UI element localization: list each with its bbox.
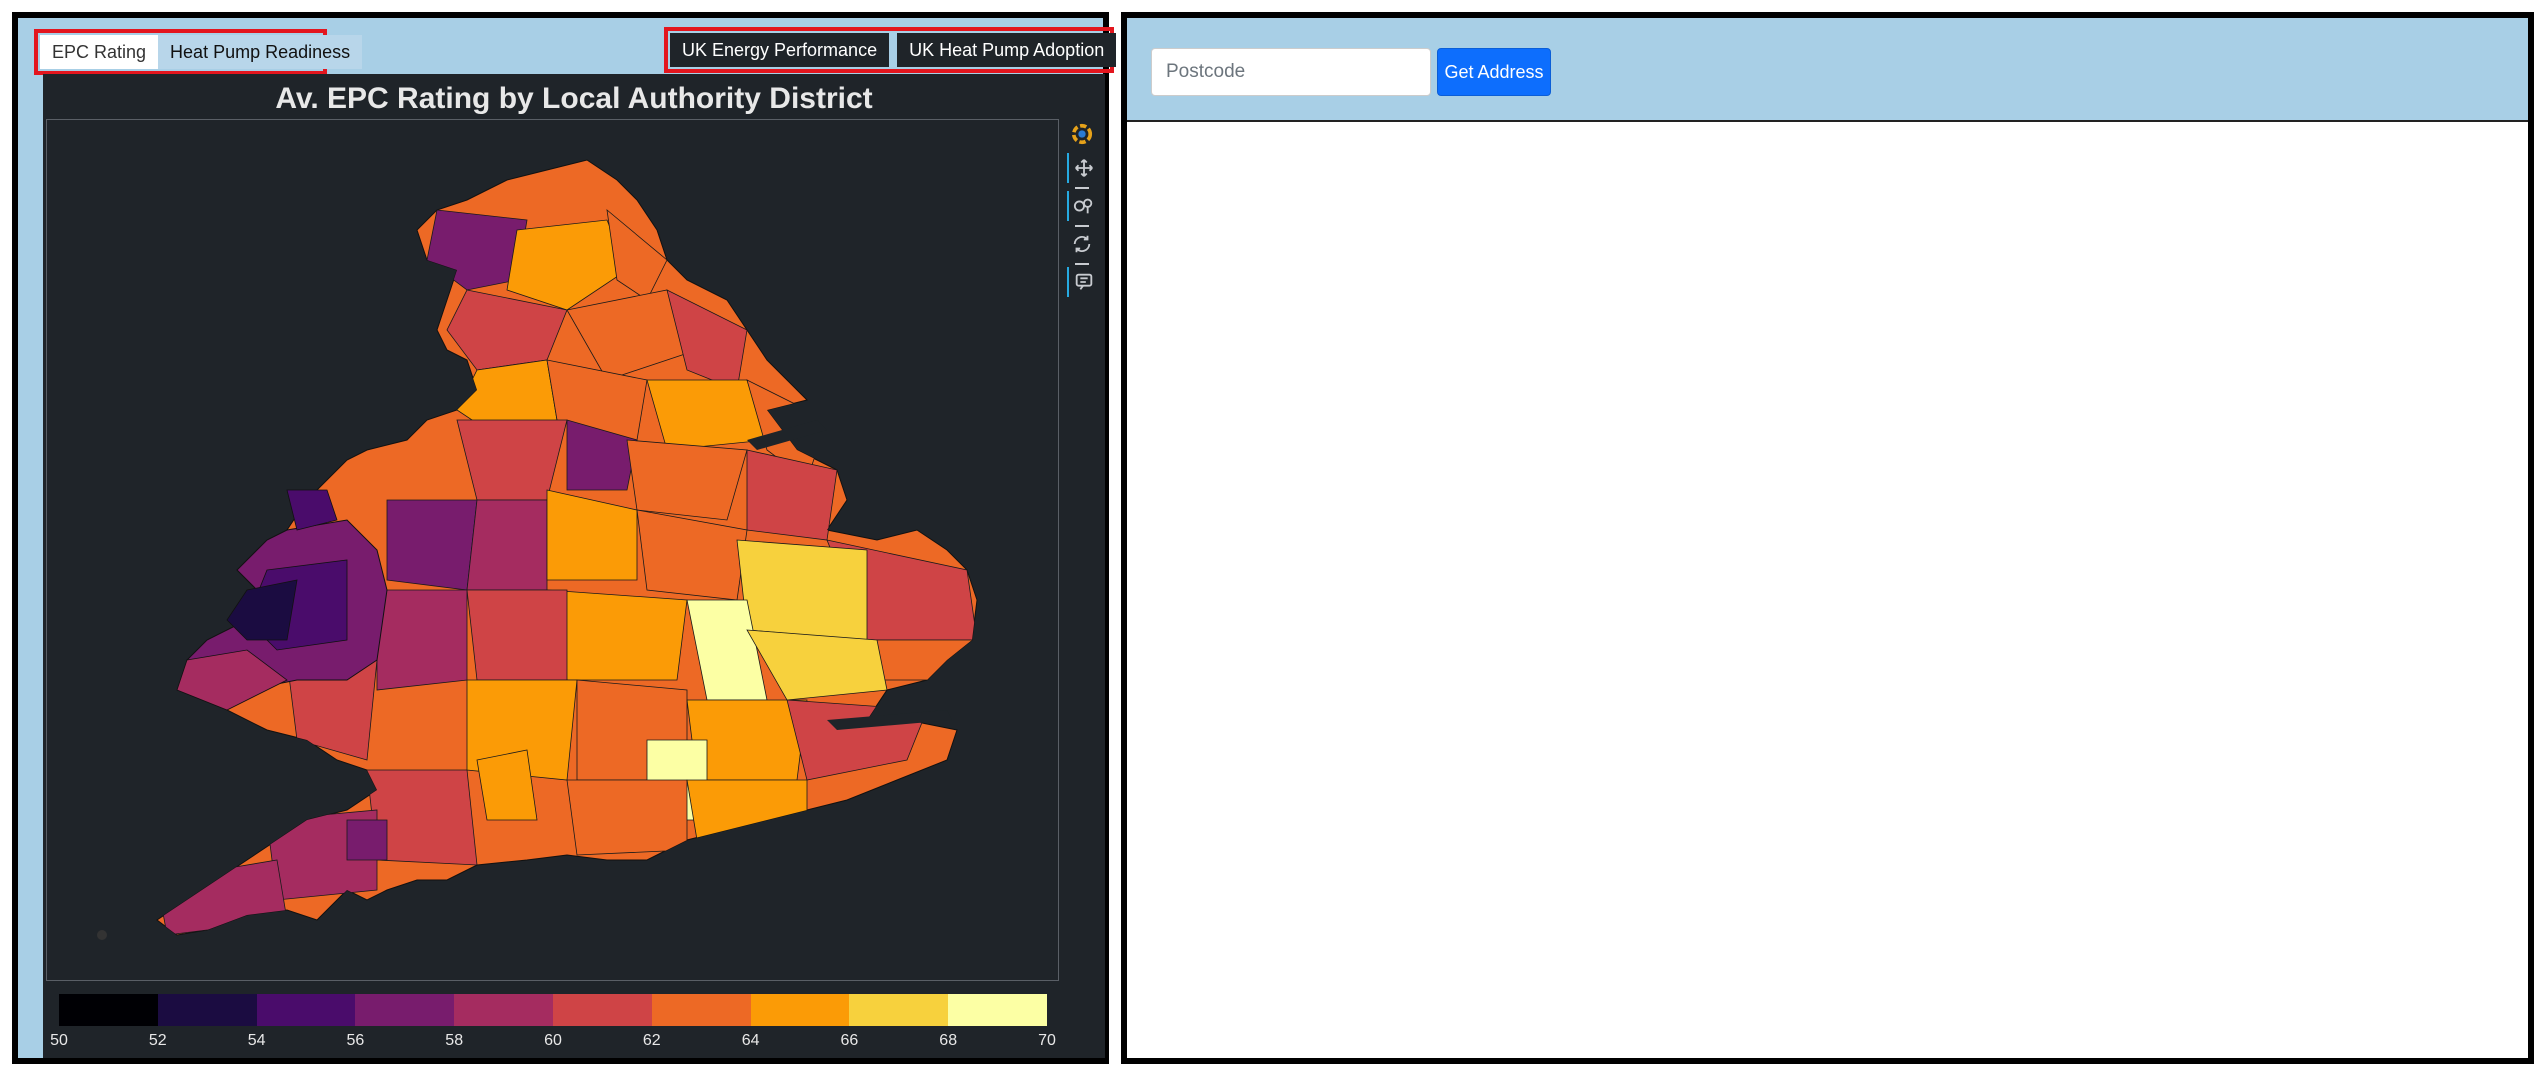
color-bar-ticks: 50 52 54 56 58 60 62 64 66 68 70: [50, 1032, 1056, 1052]
address-panel: Get Address: [1121, 12, 2534, 1064]
choropleth-plot: Av. EPC Rating by Local Authority Distri…: [43, 74, 1105, 1058]
color-bar-segment: [750, 994, 850, 1026]
map-panel: EPC Rating Heat Pump Readiness UK Energy…: [12, 12, 1117, 1064]
color-bar-tick-label: 58: [445, 1032, 464, 1049]
color-bar-tick-label: 66: [840, 1032, 859, 1049]
plot-toolbar: [1063, 119, 1103, 319]
color-bar-tick-label: 52: [148, 1032, 167, 1049]
toolbar-divider: [1075, 225, 1089, 227]
postcode-input[interactable]: [1151, 48, 1431, 96]
england-wales-map: [97, 159, 978, 940]
wheel-zoom-icon[interactable]: [1067, 191, 1099, 221]
color-bar-segment: [948, 994, 1047, 1026]
color-bar-segment: [454, 994, 553, 1026]
tab-epc-rating[interactable]: EPC Rating: [40, 35, 159, 69]
color-bar-tick-label: 56: [346, 1032, 365, 1049]
pan-icon[interactable]: [1067, 153, 1099, 183]
map-tab-group: EPC Rating Heat Pump Readiness: [34, 29, 363, 75]
uk-tab-group: UK Energy Performance UK Heat Pump Adopt…: [664, 27, 1117, 73]
map-canvas[interactable]: [46, 119, 1059, 981]
color-bar-tick-label: 68: [939, 1032, 958, 1049]
tab-uk-heat-pump-adoption[interactable]: UK Heat Pump Adoption: [897, 33, 1117, 67]
bokeh-logo-icon[interactable]: [1067, 119, 1097, 149]
plot-title: Av. EPC Rating by Local Authority Distri…: [275, 82, 873, 115]
color-bar-segment: [59, 994, 158, 1026]
color-bar-segment: [849, 994, 949, 1026]
tab-uk-energy-performance[interactable]: UK Energy Performance: [670, 33, 890, 67]
toolbar-divider: [1075, 187, 1089, 189]
color-bar-tick-label: 60: [544, 1032, 562, 1049]
color-bar-tick-label: 64: [741, 1032, 760, 1049]
reset-icon[interactable]: [1067, 229, 1097, 259]
color-bar-tick-label: 50: [50, 1032, 68, 1049]
hover-icon[interactable]: [1067, 267, 1099, 297]
color-bar: [59, 994, 1047, 1026]
get-address-button[interactable]: Get Address: [1437, 48, 1551, 96]
color-bar-segment: [157, 994, 257, 1026]
color-bar-segment: [355, 994, 455, 1026]
color-bar-segment: [651, 994, 751, 1026]
address-search-bar: Get Address: [1127, 18, 2528, 122]
color-bar-segment: [552, 994, 652, 1026]
toolbar-divider: [1075, 263, 1089, 265]
color-bar-tick-label: 54: [247, 1032, 266, 1049]
color-bar-tick-label: 62: [642, 1032, 661, 1049]
color-bar-segment: [256, 994, 356, 1026]
color-bar-tick-label: 70: [1038, 1032, 1056, 1049]
tab-heat-pump-readiness[interactable]: Heat Pump Readiness: [158, 35, 363, 69]
